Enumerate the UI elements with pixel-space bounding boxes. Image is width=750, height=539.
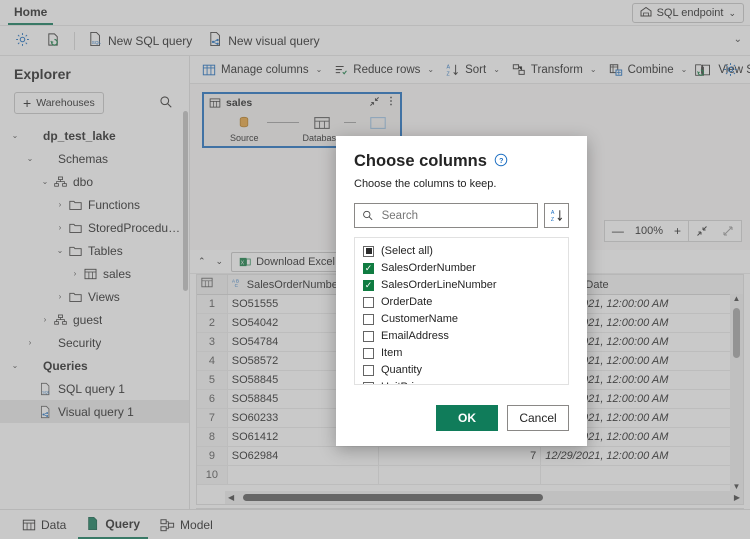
ok-button[interactable]: OK (436, 405, 498, 431)
column-checkbox-label: Quantity (381, 364, 422, 376)
column-checkbox-label: (Select all) (381, 245, 433, 257)
sort-az-icon: AZ (550, 210, 562, 223)
checkbox-item[interactable] (363, 347, 374, 359)
dialog-search-row: AZ (354, 203, 569, 228)
checkbox-unitprice[interactable] (363, 381, 374, 384)
search-icon (363, 210, 373, 221)
checkbox-quantity[interactable] (363, 364, 374, 376)
dialog-title-row: Choose columns ? (354, 152, 569, 171)
checkbox-customername[interactable] (363, 313, 374, 325)
checkbox-emailaddress[interactable] (363, 330, 374, 342)
column-checkbox-item[interactable]: UnitPrice (363, 380, 568, 384)
column-checkbox-item[interactable]: (Select all) (363, 244, 568, 258)
checkbox--select-all-[interactable] (363, 245, 374, 257)
column-checkbox-item[interactable]: Item (363, 346, 568, 360)
column-checkbox-label: SalesOrderNumber (381, 262, 476, 274)
svg-text:A: A (550, 210, 554, 216)
column-checkbox-item[interactable]: EmailAddress (363, 329, 568, 343)
choose-columns-dialog: Choose columns ? Choose the columns to k… (336, 136, 587, 446)
columns-checkbox-list[interactable]: (Select all) SalesOrderNumber SalesOrderLi… (354, 237, 569, 385)
column-checkbox-item[interactable]: SalesOrderNumber (363, 261, 568, 275)
checkbox-salesorderlinenumber[interactable] (363, 279, 374, 291)
help-circle-icon[interactable]: ? (494, 153, 508, 170)
dialog-title: Choose columns (354, 152, 487, 170)
dialog-footer: OK Cancel (436, 405, 569, 431)
column-checkbox-label: OrderDate (381, 296, 433, 308)
sort-az-button[interactable]: AZ (544, 203, 569, 228)
column-checkbox-item[interactable]: OrderDate (363, 295, 568, 309)
column-checkbox-item[interactable]: Quantity (363, 363, 568, 377)
dialog-subtitle: Choose the columns to keep. (354, 178, 497, 190)
column-checkbox-item[interactable]: CustomerName (363, 312, 568, 326)
column-checkbox-item[interactable]: SalesOrderLineNumber (363, 278, 568, 292)
checkbox-orderdate[interactable] (363, 296, 374, 308)
column-checkbox-label: Item (381, 347, 403, 359)
column-checkbox-label: EmailAddress (381, 330, 449, 342)
column-checkbox-label: UnitPrice (381, 381, 426, 384)
column-checkbox-label: CustomerName (381, 313, 459, 325)
column-checkbox-label: SalesOrderLineNumber (381, 279, 497, 291)
search-input[interactable] (379, 208, 530, 223)
cancel-button[interactable]: Cancel (507, 405, 569, 431)
search-field-wrapper[interactable] (354, 203, 538, 228)
svg-text:?: ? (499, 158, 503, 165)
svg-text:Z: Z (550, 217, 554, 223)
checkbox-salesordernumber[interactable] (363, 262, 374, 274)
